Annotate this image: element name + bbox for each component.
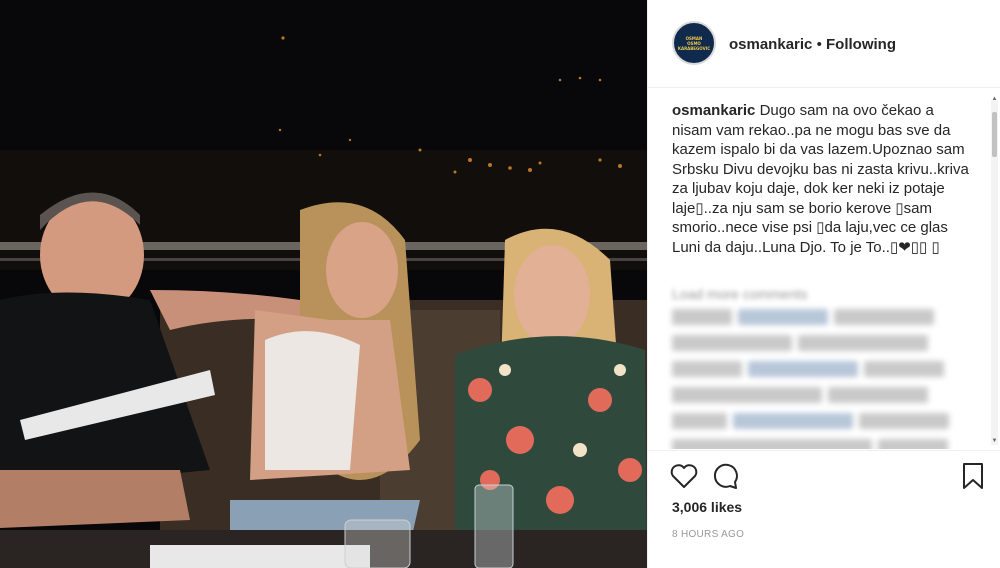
comments-list: [672, 309, 972, 449]
caption: osmankaric Dugo sam na ovo čekao a nisam…: [672, 101, 972, 257]
avatar[interactable]: OSMAN OSMO KARABEGOVIC: [672, 21, 716, 65]
follow-status[interactable]: Following: [826, 36, 896, 53]
comments-scrollbar[interactable]: [991, 100, 998, 445]
comment-row: [672, 413, 972, 435]
header-line: osmankaric • Following: [729, 36, 896, 53]
scrollbar-thumb[interactable]: [992, 112, 997, 157]
avatar-text-3: KARABEGOVIC: [677, 45, 711, 51]
caption-text: Dugo sam na ovo čekao a nisam vam rekao.…: [672, 102, 969, 256]
comment-icon[interactable]: [711, 461, 741, 491]
comment-row: [672, 309, 972, 331]
header-separator: •: [816, 36, 822, 53]
post-photo[interactable]: [0, 0, 647, 568]
header-username[interactable]: osmankaric: [729, 36, 812, 53]
bookmark-icon[interactable]: [958, 461, 988, 491]
photo-scene: [0, 0, 647, 568]
post-actions: 3,006 likes 8 HOURS AGO: [648, 450, 1000, 560]
comment-row: [672, 335, 972, 357]
comments-area[interactable]: osmankaric Dugo sam na ovo čekao a nisam…: [648, 89, 1000, 449]
post-header: OSMAN OSMO KARABEGOVIC osmankaric • Foll…: [648, 0, 1000, 88]
load-more-comments[interactable]: Load more comments: [672, 286, 807, 302]
comment-row: [672, 361, 972, 383]
heart-icon[interactable]: [669, 461, 699, 491]
scroll-down-arrow-icon[interactable]: ▼: [991, 438, 998, 446]
comment-row: [672, 387, 972, 409]
comment-row: [672, 439, 972, 449]
post-sidebar: OSMAN OSMO KARABEGOVIC osmankaric • Foll…: [647, 0, 1000, 568]
caption-username[interactable]: osmankaric: [672, 102, 755, 119]
likes-count[interactable]: 3,006 likes: [672, 499, 742, 515]
post-timestamp[interactable]: 8 HOURS AGO: [672, 529, 744, 540]
